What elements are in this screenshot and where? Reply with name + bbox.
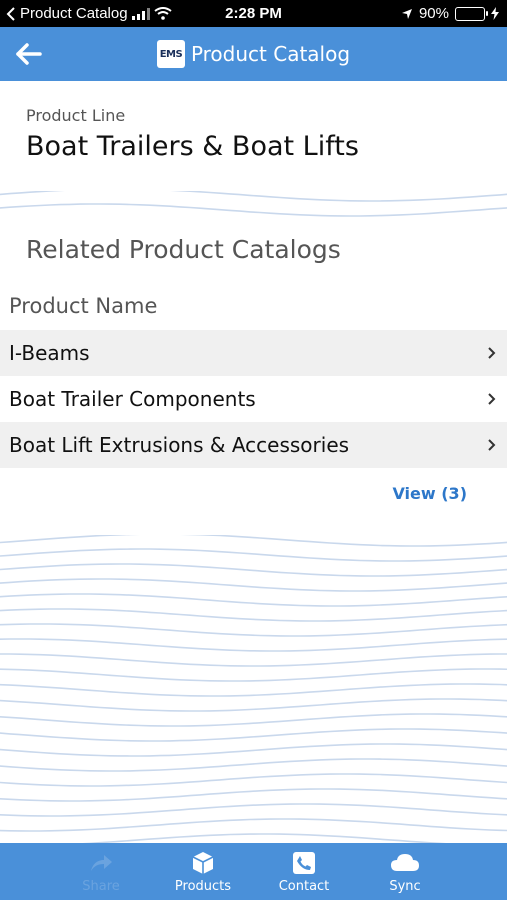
catalog-row[interactable]: Boat Lift Extrusions & Accessories [0,422,507,468]
share-icon [91,855,112,871]
product-name-column-header: Product Name [9,294,158,318]
catalog-row-name: Boat Lift Extrusions & Accessories [9,433,350,457]
tab-products[interactable]: Products [153,843,253,900]
header-title-group: EMS Product Catalog [0,27,507,81]
chevron-right-icon [488,393,496,405]
status-right: 90% [401,5,499,22]
ems-logo: EMS [156,40,185,68]
catalog-row-name: Boat Trailer Components [9,387,256,411]
app-header: EMS Product Catalog [0,27,507,81]
location-arrow-icon [401,8,412,19]
catalog-row[interactable]: I-Beams [0,330,507,376]
product-line-value: Boat Trailers & Boat Lifts [26,131,359,162]
tab-label: Products [174,879,232,894]
box-icon [192,852,214,874]
cloud-icon [391,854,419,871]
chevron-right-icon [488,439,496,451]
header-title: Product Catalog [190,42,351,66]
chevron-right-icon [488,347,496,359]
charging-bolt-icon [491,7,499,20]
phone-icon [293,852,315,874]
view-all-link[interactable]: View (3) [392,484,467,503]
battery-icon [455,6,488,21]
product-line-label: Product Line [26,106,126,125]
tab-sync[interactable]: Sync [355,843,455,900]
catalog-row-name: I-Beams [9,341,90,365]
tab-label: Share [82,879,120,894]
related-catalogs-title: Related Product Catalogs [26,235,341,264]
bottom-tab-bar: Share Products Contact Sync [0,843,507,900]
product-line-card: Product Line Boat Trailers & Boat Lifts [0,87,507,191]
tab-label: Sync [389,879,421,894]
catalog-row[interactable]: Boat Trailer Components [0,376,507,422]
tab-contact[interactable]: Contact [254,843,354,900]
tab-label: Contact [278,879,330,894]
related-catalogs-card: Related Product Catalogs Product Name I-… [0,217,507,535]
battery-percent: 90% [418,5,449,22]
status-bar: Product Catalog 2:28 PM 90% [0,0,507,27]
tab-share[interactable]: Share [51,843,151,900]
